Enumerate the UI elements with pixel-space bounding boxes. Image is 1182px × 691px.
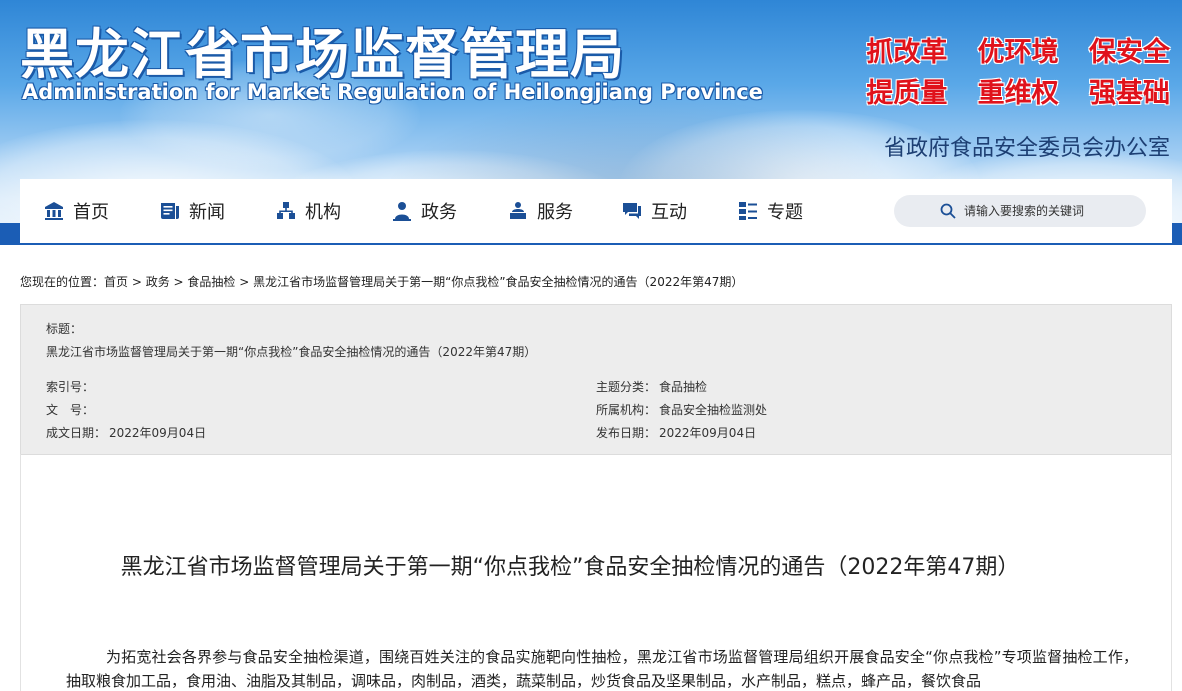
nav-item-service[interactable]: 服务 (508, 179, 573, 243)
slogan: 重维权 (977, 78, 1059, 109)
search-input[interactable] (964, 204, 1144, 218)
breadcrumb-separator: > (235, 275, 254, 289)
article-title: 黑龙江省市场监督管理局关于第一期“你点我检”食品安全抽检情况的通告（2022年第… (120, 555, 1020, 580)
topic-icon (739, 202, 757, 220)
slogan: 提质量 (866, 78, 948, 109)
title-label: 标题： (46, 322, 83, 336)
category-label: 主题分类： (596, 380, 657, 394)
breadcrumb-link-government[interactable]: 政务 (146, 275, 170, 289)
main-nav: 首页 新闻 机构 政务 服务 互动 专题 (20, 179, 1172, 243)
breadcrumb-link-food-inspection[interactable]: 食品抽检 (187, 275, 235, 289)
site-subtitle: Administration for Market Regulation of … (22, 80, 763, 104)
breadcrumb-link-home[interactable]: 首页 (104, 275, 128, 289)
nav-item-news[interactable]: 新闻 (160, 179, 225, 243)
slogans: 抓改革 优环境 保安全 提质量 重维权 强基础 (850, 30, 1170, 110)
nav-item-organization[interactable]: 机构 (276, 179, 341, 243)
org-value: 食品安全抽检监测处 (659, 403, 768, 417)
breadcrumb-current: 黑龙江省市场监督管理局关于第一期“你点我检”食品安全抽检情况的通告（2022年第… (253, 275, 744, 289)
service-icon (510, 202, 526, 219)
nav-label: 首页 (73, 202, 109, 223)
slogan: 优环境 (977, 37, 1059, 68)
nav-item-interaction[interactable]: 互动 (622, 179, 687, 243)
search-box[interactable] (894, 195, 1146, 227)
breadcrumb-separator: > (128, 275, 146, 289)
nav-label: 互动 (651, 202, 687, 223)
nav-label: 机构 (305, 202, 341, 223)
site-title: 黑龙江省市场监督管理局 (20, 23, 625, 86)
breadcrumb: 您现在的位置：首页 > 政务 > 食品抽检 > 黑龙江省市场监督管理局关于第一期… (20, 273, 743, 290)
document-info: 标题： 黑龙江省市场监督管理局关于第一期“你点我检”食品安全抽检情况的通告（20… (20, 304, 1172, 455)
title-value: 黑龙江省市场监督管理局关于第一期“你点我检”食品安全抽检情况的通告（2022年第… (46, 345, 537, 359)
nav-label: 专题 (767, 202, 803, 223)
category-value: 食品抽检 (659, 380, 708, 394)
chat-icon (623, 203, 641, 219)
slogan: 抓改革 (866, 37, 948, 68)
office-name: 省政府食品安全委员会办公室 (883, 136, 1170, 161)
published-date-value: 2022年09月04日 (659, 426, 757, 440)
created-date-label: 成文日期： (46, 426, 107, 440)
created-date-value: 2022年09月04日 (109, 426, 207, 440)
nav-item-topic[interactable]: 专题 (738, 179, 803, 243)
published-date-label: 发布日期： (596, 426, 657, 440)
doc-number-label: 文 号： (46, 403, 95, 417)
nav-label: 新闻 (189, 202, 225, 223)
news-icon (161, 203, 179, 219)
home-icon (45, 202, 63, 220)
index-label: 索引号： (46, 380, 95, 394)
nav-label: 服务 (537, 202, 573, 223)
breadcrumb-separator: > (169, 275, 188, 289)
organization-icon (277, 202, 295, 219)
breadcrumb-prefix: 您现在的位置： (20, 275, 105, 289)
nav-item-government[interactable]: 政务 (392, 179, 457, 243)
article-body: 为拓宽社会各界参与食品安全抽检渠道，围绕百姓关注的食品实施靶向性抽检，黑龙江省市… (66, 648, 1138, 690)
nav-item-home[interactable]: 首页 (44, 179, 109, 243)
nav-label: 政务 (421, 202, 457, 223)
slogan: 保安全 (1089, 37, 1170, 68)
search-icon (940, 203, 956, 219)
slogan: 强基础 (1089, 78, 1170, 109)
government-icon (393, 202, 411, 221)
org-label: 所属机构： (596, 403, 657, 417)
